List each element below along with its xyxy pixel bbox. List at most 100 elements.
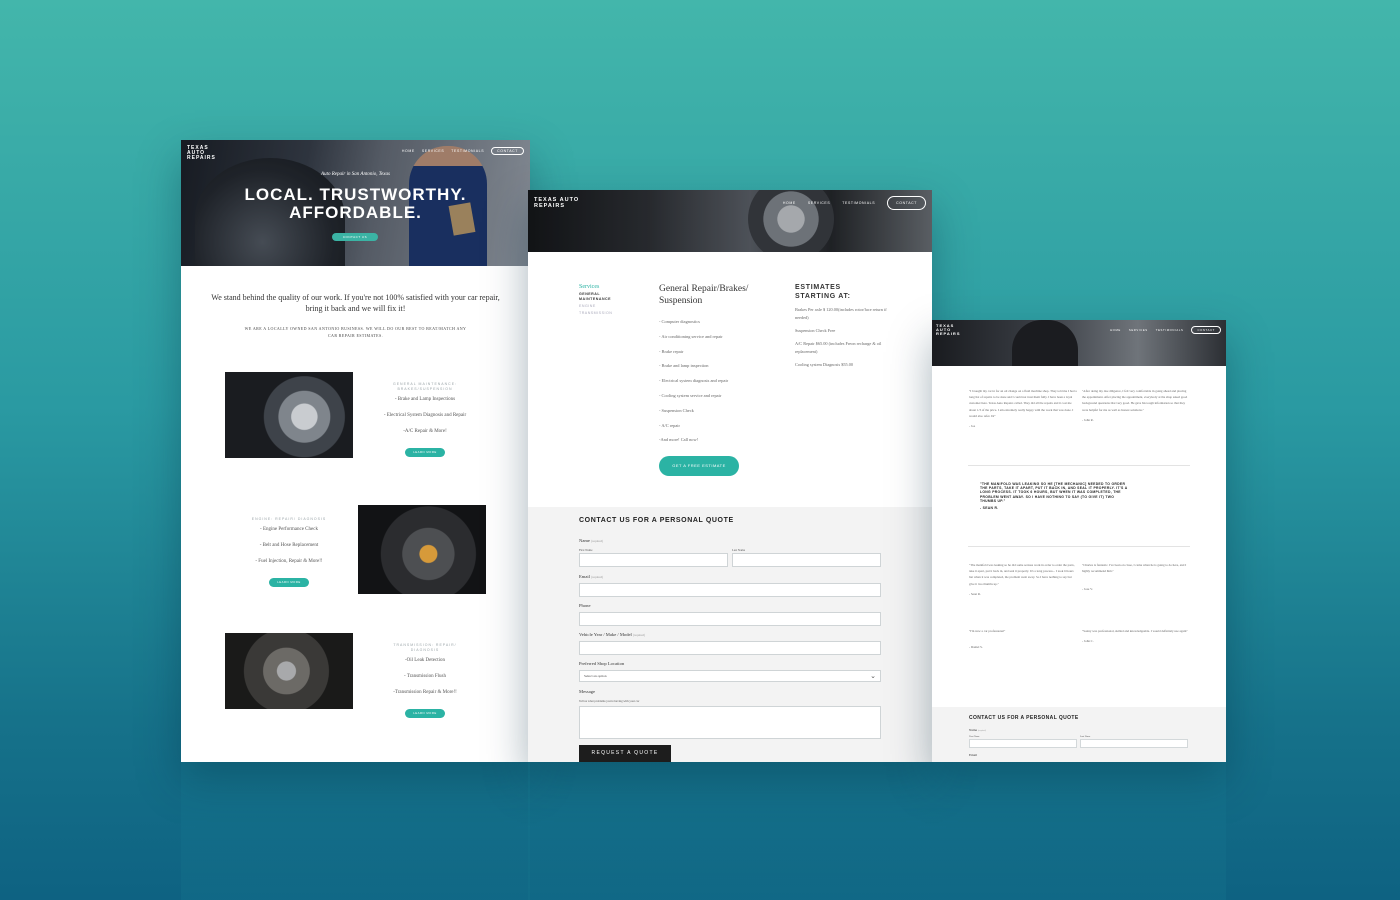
service-item: - Belt and Hose Replacement [259,543,319,548]
testimonial: "I brought my car in for an oil change o… [969,389,1077,429]
message-hint: Tell us what problems you're having with… [579,699,640,703]
nav-contact-button[interactable]: CONTACT [1191,326,1221,334]
service-item: - Transmission Flush [404,674,446,679]
message-label: Message [579,689,596,694]
contact-us-button[interactable]: CONTACT US [332,233,378,241]
name-label: Name (required) [969,728,986,732]
subnav-active-item[interactable]: GENERAL MAINTENANCE [579,292,619,302]
transmission-photo [225,633,353,709]
intro-text: We stand behind the quality of our work.… [211,293,500,313]
estimates-section: ESTIMATES STARTING AT: Brakes Per axle $… [795,283,895,369]
quote-form: CONTACT US FOR A PERSONAL QUOTE Name (re… [528,507,932,762]
nav-testimonials[interactable]: TESTIMONIALS [451,149,484,153]
nav-home[interactable]: HOME [402,149,415,153]
nav-testimonials[interactable]: TESTIMONIALS [842,201,875,205]
subnav-title[interactable]: Services [579,283,619,292]
intro-subtext: WE ARE A LOCALLY OWNED SAN ANTONIO BUSIN… [244,326,467,338]
nav-services[interactable]: SERVICES [808,201,830,205]
hero-headline: LOCAL. TRUSTWORTHY. AFFORDABLE. [244,185,467,222]
last-name-input[interactable] [732,553,881,567]
service-caption: GENERAL MAINTENANCE: BRAKES/SUSPENSION [392,382,458,391]
service-item: - Engine Performance Check [260,527,318,532]
email-input[interactable] [579,583,881,597]
home-page-mockup: TEXAS AUTO REPAIRS HOME SERVICES TESTIMO… [181,140,530,762]
repair-item: - Computer diagnostics [659,319,700,324]
services-page-mockup: TEXAS AUTO REPAIRS HOME SERVICES TESTIMO… [528,190,932,762]
chevron-down-icon: ⌄ [870,672,876,680]
message-textarea[interactable] [579,706,881,739]
nav-home[interactable]: HOME [1110,328,1121,332]
testimonials-page-mockup: TEXAS AUTO REPAIRS HOME SERVICES TESTIMO… [932,320,1226,762]
service-item: -Transmission Repair & More!! [393,690,457,695]
testimonial: "After doing my due diligence, I felt ve… [1082,389,1188,422]
repair-item: - Suspension Check [659,407,694,413]
nav-contact-button[interactable]: CONTACT [491,147,524,155]
services-reflection [528,762,932,900]
brand-logo[interactable]: TEXAS AUTO REPAIRS [187,146,227,161]
nav-testimonials[interactable]: TESTIMONIALS [1156,328,1184,332]
free-estimate-button[interactable]: GET A FREE ESTIMATE [659,456,739,477]
repair-item: - Cooling system service and repair [659,392,722,398]
nav-services[interactable]: SERVICES [1129,328,1148,332]
vehicle-input[interactable] [579,641,881,655]
brake-photo [225,372,353,458]
request-quote-button[interactable]: REQUEST A QUOTE [579,745,671,762]
learn-more-button[interactable]: LEARN MORE [405,448,445,457]
estimate-item: Cooling system Diagnosis $55.00 [795,362,854,367]
mechanic-image [1012,320,1078,366]
vehicle-label: Vehicle Year / Make / Model (required) [579,632,645,637]
top-nav: HOME SERVICES TESTIMONIALS CONTACT [402,147,524,155]
repair-item: - Air conditioning service and repair [659,333,723,339]
service-caption: TRANSMISSION: REPAIR/ DIAGNOSIS [393,643,457,652]
testimonials-hero: TEXAS AUTO REPAIRS HOME SERVICES TESTIMO… [932,320,1226,366]
first-name-label: First Name [969,735,980,738]
subnav-item-transmission[interactable]: TRANSMISSION [579,309,619,317]
service-item: -A/C Repair & More! [403,429,447,434]
name-label: Name (required) [579,538,604,543]
nav-contact-button[interactable]: CONTACT [887,196,926,210]
last-name-label: Last Name [732,548,746,552]
last-name-label: Last Name [1080,735,1091,738]
testimonial: "The manifold was leaking so he did some… [969,563,1075,596]
estimate-item: Suspension Check Free [795,328,836,333]
engine-photo [358,505,486,594]
service-item: - Fuel Injection, Repair & More!! [255,559,323,564]
testimonial: "Charles is fantastic. I've been on clos… [1082,563,1187,592]
repair-item: -And more! Call now! [659,437,699,443]
quote-form: CONTACT US FOR A PERSONAL QUOTE Name (re… [932,707,1226,762]
brand-logo[interactable]: TEXAS AUTO REPAIRS [936,324,970,336]
phone-input[interactable] [579,612,881,626]
repair-item: - Electrical system diagnosis and repair [659,378,729,384]
learn-more-button[interactable]: LEARN MORE [269,578,309,587]
service-item: - Brake and Lamp Inspections [394,397,456,402]
form-title: CONTACT US FOR A PERSONAL QUOTE [579,517,734,524]
email-label: Email [969,753,978,757]
estimate-item: Brakes Per axle $ 120.00(includes rotor/… [795,307,887,320]
last-name-input[interactable] [1080,739,1188,748]
first-name-input[interactable] [969,739,1077,748]
general-repair-section: General Repair/Brakes/ Suspension - Comp… [659,283,769,477]
estimate-item: A/C Repair $65.00 (includes Freon rechar… [795,341,882,354]
services-hero: TEXAS AUTO REPAIRS HOME SERVICES TESTIMO… [528,190,932,252]
repair-item: - Brake repair [659,348,684,354]
email-label: Email (required) [579,574,604,579]
divider [968,465,1190,466]
form-title: CONTACT US FOR A PERSONAL QUOTE [969,715,1079,721]
top-nav: HOME SERVICES TESTIMONIALS CONTACT [783,196,926,210]
featured-testimonial: "THE MANIFOLD WAS LEAKING SO HE [THE MEC… [980,482,1128,511]
testimonial: "I'm now a car professional" - Daniel S. [969,629,1006,650]
learn-more-button[interactable]: LEARN MORE [405,709,445,718]
first-name-input[interactable] [579,553,728,567]
service-item: - Electrical System Diagnosis and Repair [383,413,467,418]
nav-home[interactable]: HOME [783,201,796,205]
home-hero: TEXAS AUTO REPAIRS HOME SERVICES TESTIMO… [181,140,530,266]
estimates-title: ESTIMATES STARTING AT: [795,284,851,300]
nav-services[interactable]: SERVICES [422,149,444,153]
hero-tagline: Auto Repair in San Antonio, Texas [321,172,390,177]
location-select[interactable]: Select an option ⌄ [579,670,881,682]
brand-logo[interactable]: TEXAS AUTO REPAIRS [534,197,584,209]
divider [968,546,1190,547]
services-subnav: Services GENERAL MAINTENANCE ENGINE TRAN… [579,283,619,317]
service-block-engine: ENGINE: REPAIR/ DIAGNOSIS - Engine Perfo… [181,505,530,595]
service-item: -Oil Leak Detection [405,658,445,663]
